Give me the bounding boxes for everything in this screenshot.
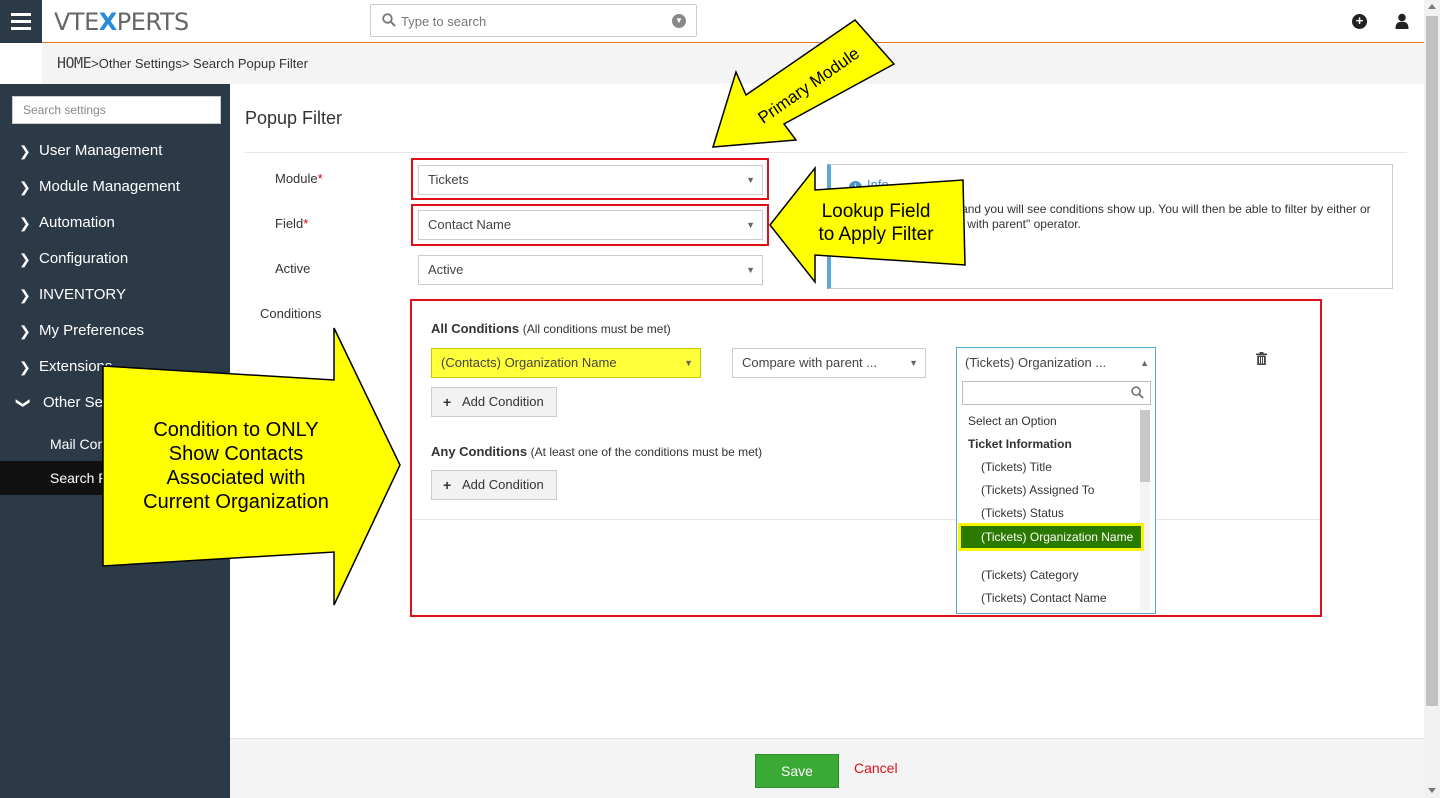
info-panel: i Info Select a related field and you wil… [827, 164, 1393, 289]
dropdown-search-input[interactable] [962, 381, 1151, 405]
page-scrollbar[interactable] [1424, 0, 1440, 798]
caret-down-icon: ▼ [746, 265, 755, 275]
chevron-right-icon: ❯ [19, 359, 31, 375]
breadcrumb-home[interactable]: HOME [57, 54, 92, 72]
sidebar-item-module-management[interactable]: ❯ Module Management [0, 169, 230, 205]
sidebar-item-extensions[interactable]: ❯ Extensions [0, 349, 230, 385]
info-icon: i [849, 181, 862, 194]
breadcrumb-other-settings[interactable]: >Other Settings [91, 56, 182, 71]
info-text: Select a related field and you will see … [849, 202, 1371, 231]
dropdown-option[interactable]: (Tickets) Title [957, 459, 1143, 475]
menu-icon[interactable] [0, 0, 42, 43]
caret-up-icon: ▲ [1140, 358, 1149, 368]
dropdown-option-selected[interactable]: (Tickets) Organization Name [958, 523, 1144, 551]
caret-down-icon: ▼ [684, 358, 693, 368]
dropdown-option[interactable]: (Tickets) Contact Name [957, 590, 1143, 606]
scroll-down-icon[interactable] [1428, 788, 1436, 793]
parent-field-dropdown[interactable]: (Tickets) Organization ... ▲ Select an Op… [956, 347, 1156, 614]
sidebar: ❯User Management ❯Module Management ❯Aut… [0, 84, 230, 798]
active-label: Active [275, 261, 311, 276]
active-select[interactable]: Active ▼ [418, 255, 763, 285]
condition-operator-select[interactable]: Compare with parent ... ▼ [732, 348, 926, 378]
module-label: Module* [275, 171, 323, 186]
all-conditions-heading: All Conditions (All conditions must be m… [431, 321, 671, 336]
caret-down-icon: ▼ [909, 358, 918, 368]
page-title: Popup Filter [245, 108, 343, 128]
divider [245, 152, 1407, 153]
any-conditions-heading: Any Conditions (At least one of the cond… [431, 444, 763, 459]
global-search-input[interactable] [401, 9, 661, 33]
settings-search[interactable] [12, 96, 221, 124]
dropdown-option[interactable]: Select an Option [957, 413, 1143, 429]
page-scroll-thumb[interactable] [1426, 16, 1438, 706]
chevron-right-icon: ❯ [19, 143, 31, 159]
sidebar-subitem-search-popup-filter[interactable]: Search Popup Filter [0, 461, 230, 495]
user-icon[interactable] [1395, 13, 1409, 29]
settings-search-input[interactable] [13, 97, 220, 123]
breadcrumb-current: Search Popup Filter [189, 56, 308, 71]
breadcrumb: HOME>Other Settings> Search Popup Filter [0, 44, 1424, 84]
trash-icon[interactable] [1256, 352, 1267, 365]
chevron-down-icon: ❯ [15, 397, 32, 409]
chevron-right-icon: ❯ [19, 251, 31, 267]
sidebar-item-inventory[interactable]: ❯ INVENTORY [0, 277, 230, 313]
global-search[interactable]: ▼ [370, 4, 697, 37]
sidebar-item-other-settings[interactable]: ❯ Other Settings [0, 385, 230, 421]
chevron-down-icon[interactable]: ▼ [672, 14, 686, 28]
dropdown-option[interactable]: (Tickets) Assigned To [957, 482, 1143, 498]
highlight-box-field [411, 204, 769, 246]
sidebar-item-automation[interactable]: ❯ Automation [0, 205, 230, 241]
top-bar: VTEXPERTS ▼ + [0, 0, 1424, 43]
search-icon [1131, 386, 1144, 399]
chevron-right-icon: ❯ [19, 287, 31, 303]
search-icon [382, 13, 396, 27]
sidebar-item-configuration[interactable]: ❯ Configuration [0, 241, 230, 277]
save-button[interactable]: Save [755, 754, 839, 788]
add-any-condition-button[interactable]: + Add Condition [431, 470, 557, 500]
add-icon[interactable]: + [1352, 14, 1367, 29]
scroll-up-icon[interactable] [1428, 4, 1436, 9]
plus-icon: + [443, 394, 452, 410]
plus-icon: + [443, 477, 452, 493]
sidebar-item-my-preferences[interactable]: ❯ My Preferences [0, 313, 230, 349]
dropdown-option-group: Ticket Information [968, 437, 1072, 451]
field-label: Field* [275, 216, 309, 231]
dropdown-option[interactable]: (Tickets) Status [957, 505, 1143, 521]
conditions-label: Conditions [260, 306, 322, 321]
sidebar-subitem-mail-converter[interactable]: Mail Converter [0, 427, 230, 461]
highlight-box-module [411, 158, 769, 200]
chevron-right-icon: ❯ [19, 323, 31, 339]
condition-field-select[interactable]: (Contacts) Organization Name ▼ [431, 348, 701, 378]
divider [412, 519, 1320, 520]
dropdown-option[interactable]: (Tickets) Category [957, 567, 1143, 583]
parent-field-select[interactable]: (Tickets) Organization ... ▲ [957, 348, 1155, 378]
chevron-right-icon: ❯ [19, 215, 31, 231]
cancel-link[interactable]: Cancel [854, 760, 898, 776]
add-all-condition-button[interactable]: + Add Condition [431, 387, 557, 417]
chevron-right-icon: ❯ [19, 179, 31, 195]
logo[interactable]: VTEXPERTS [54, 8, 189, 36]
sidebar-item-user-management[interactable]: ❯ User Management [0, 133, 230, 169]
